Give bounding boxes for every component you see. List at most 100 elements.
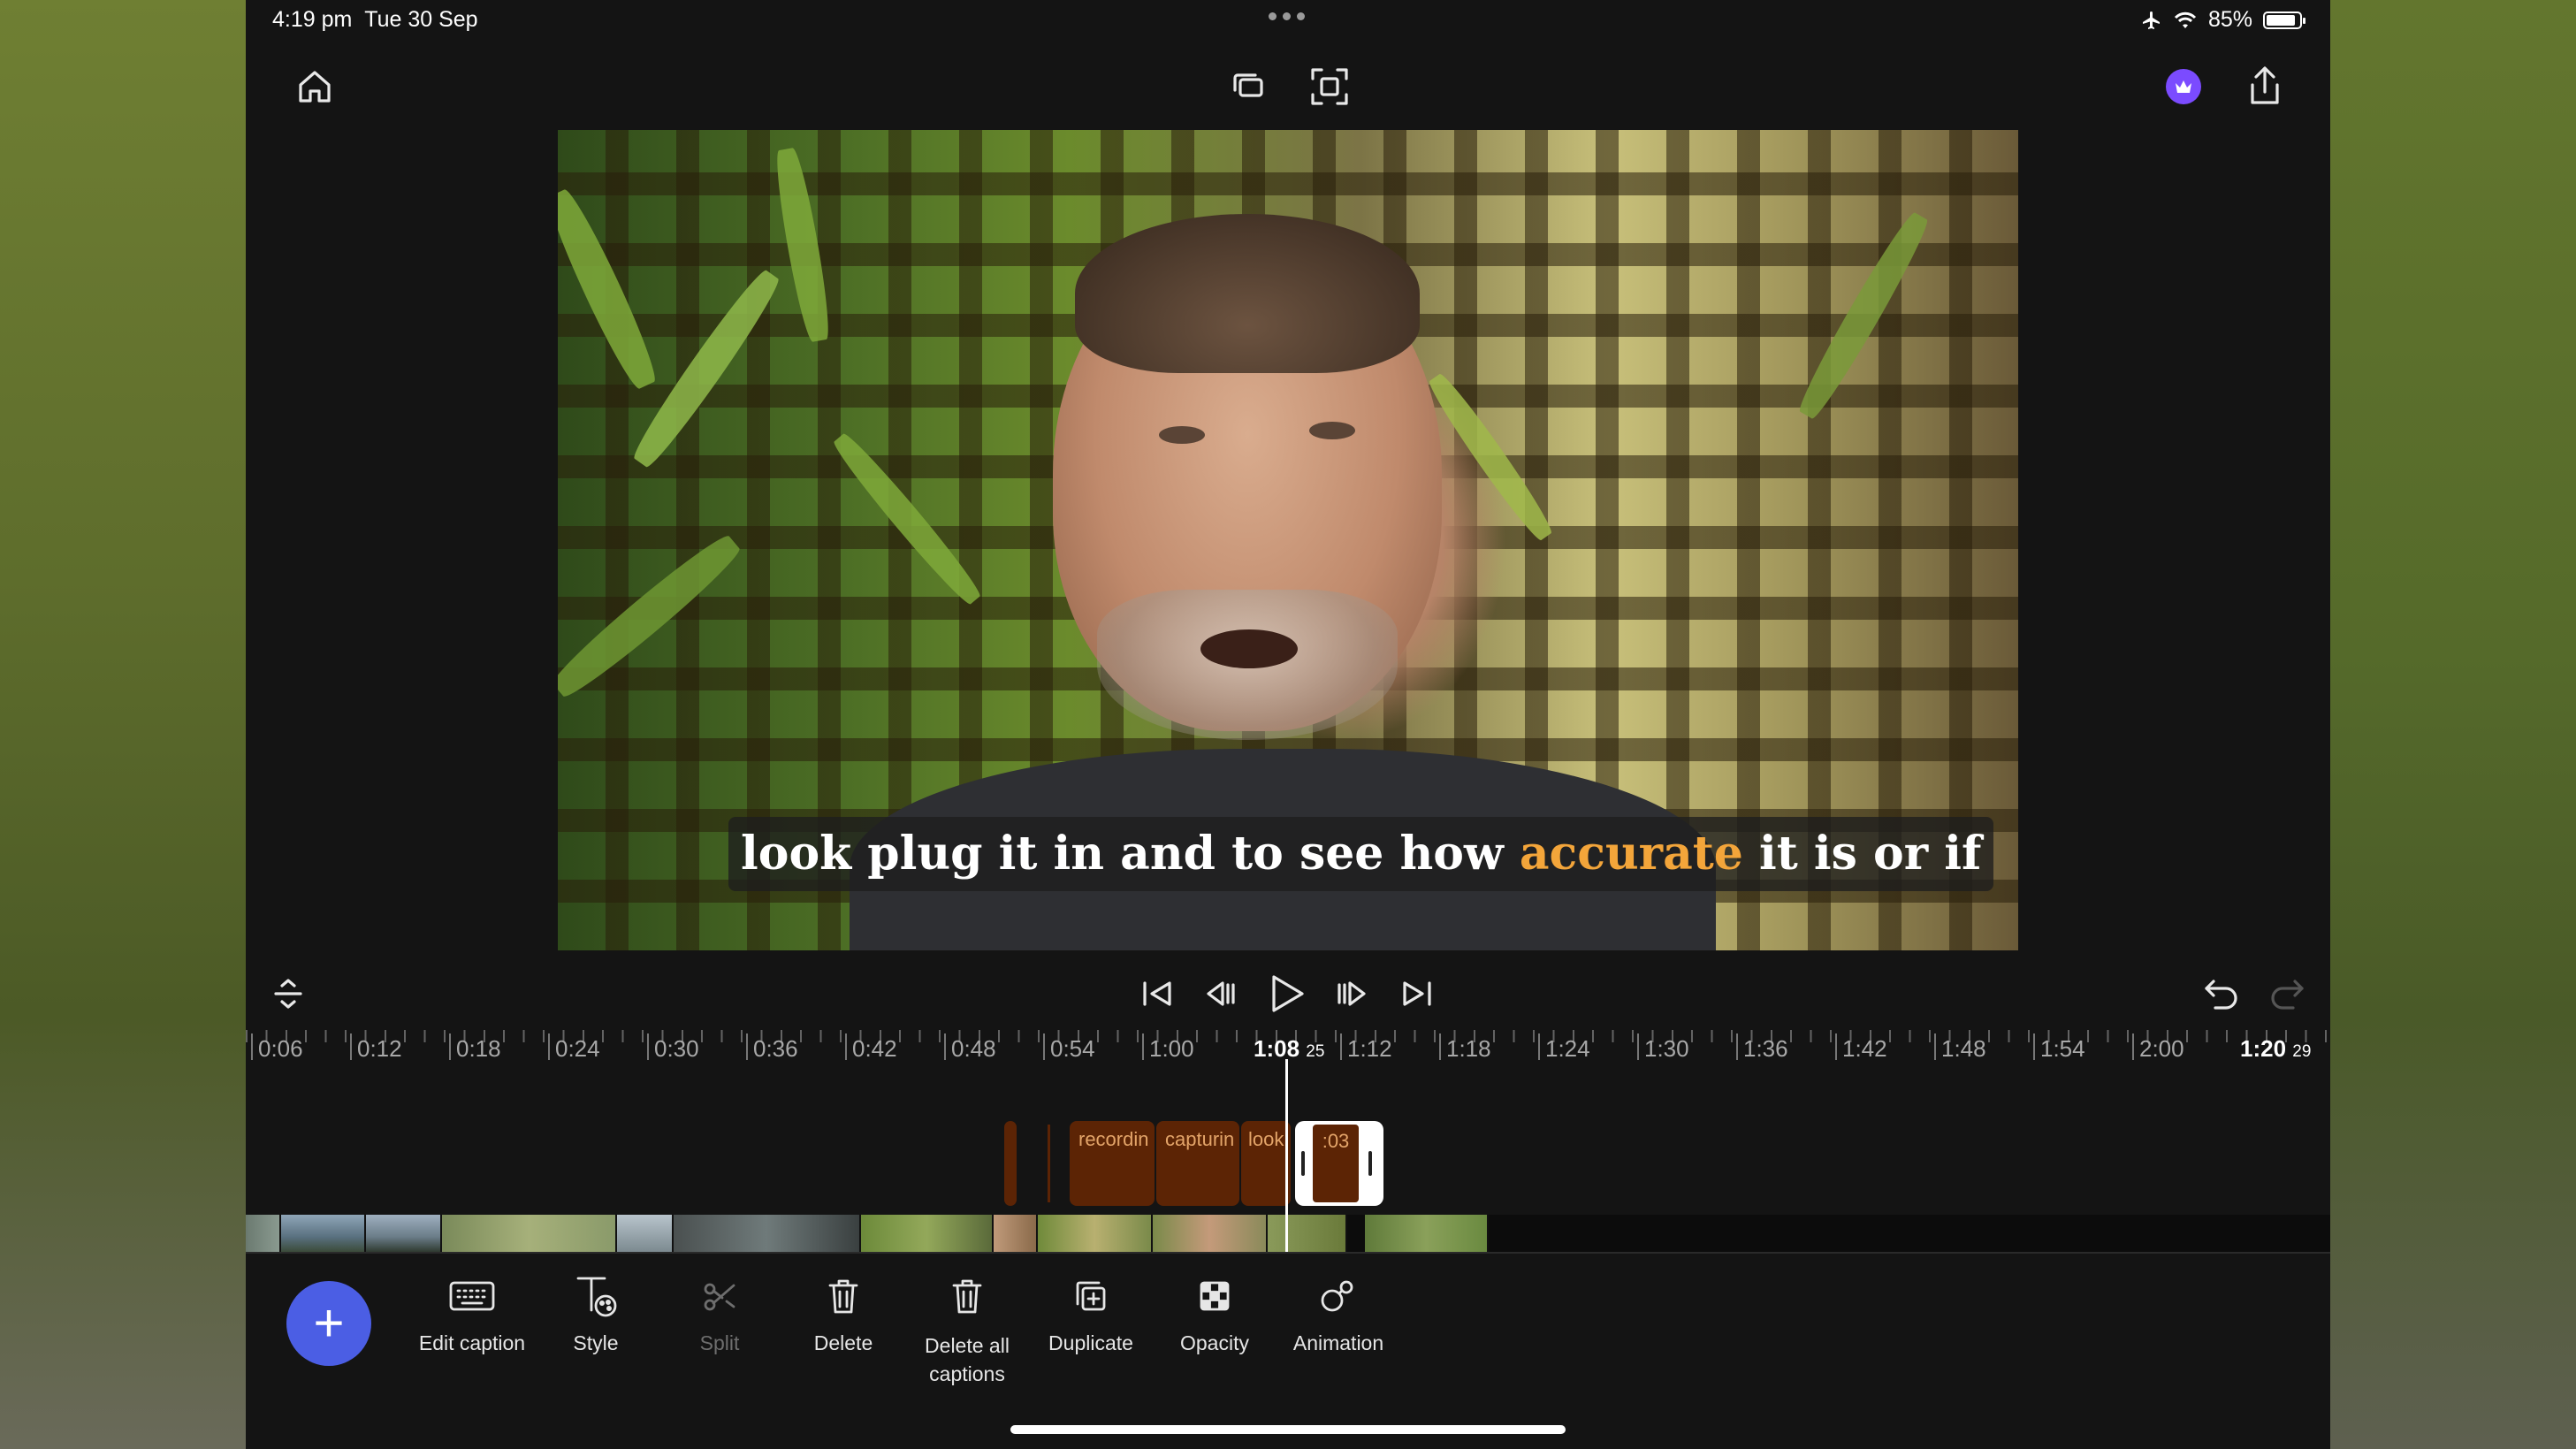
selected-caption-clip[interactable]: :03 xyxy=(1295,1121,1383,1206)
aspect-ratio-icon xyxy=(1233,73,1263,97)
skip-to-start-button[interactable] xyxy=(1135,974,1179,1013)
caption-clip-label: recordin xyxy=(1078,1128,1149,1150)
caption-clip[interactable] xyxy=(1004,1121,1017,1206)
trash-all-icon xyxy=(952,1279,982,1314)
trim-handle-left[interactable] xyxy=(1301,1151,1305,1176)
trim-handle-right[interactable] xyxy=(1368,1151,1372,1176)
ruler-label: 0:36 xyxy=(746,1033,798,1062)
home-indicator[interactable] xyxy=(1010,1425,1566,1434)
caption-clip[interactable]: recordin xyxy=(1070,1121,1155,1206)
duplicate-button[interactable]: Duplicate xyxy=(1029,1271,1153,1355)
undo-button[interactable] xyxy=(2199,972,2244,1013)
video-thumbnail xyxy=(674,1215,861,1252)
tool-label: Delete all captions xyxy=(925,1334,1010,1385)
video-thumbnail xyxy=(246,1215,281,1252)
video-track[interactable] xyxy=(246,1215,2330,1252)
trash-icon xyxy=(828,1279,858,1314)
redo-button[interactable] xyxy=(2265,972,2309,1013)
premium-button[interactable] xyxy=(2166,69,2201,104)
add-button[interactable]: + xyxy=(286,1281,371,1366)
caption-clip-marker xyxy=(1048,1125,1050,1202)
crown-icon xyxy=(2176,80,2191,93)
tool-label: Delete xyxy=(813,1331,873,1354)
leaf xyxy=(1793,208,1934,423)
caption-clip[interactable]: capturin xyxy=(1156,1121,1239,1206)
battery-percent: 85% xyxy=(2207,7,2252,32)
fullscreen-button[interactable] xyxy=(1307,64,1353,110)
skip-to-end-button[interactable] xyxy=(1395,974,1439,1013)
leaf xyxy=(1423,370,1558,545)
play-button[interactable] xyxy=(1262,971,1310,1017)
edit-caption-button[interactable]: Edit caption xyxy=(410,1271,534,1355)
status-icons: 85% xyxy=(2141,7,2305,33)
aspect-ratio-button[interactable] xyxy=(1226,65,1272,108)
style-button[interactable]: Style xyxy=(534,1271,658,1355)
leaf xyxy=(558,529,746,704)
video-thumbnail xyxy=(1153,1215,1268,1252)
selected-clip-duration: :03 xyxy=(1322,1130,1350,1152)
leaf xyxy=(558,185,663,393)
next-frame-button[interactable] xyxy=(1330,974,1374,1013)
fullscreen-icon xyxy=(1311,68,1348,105)
end-time: 1:20 29 xyxy=(2240,1035,2312,1062)
wifi-icon xyxy=(2174,11,2197,28)
ruler-label: 1:54 xyxy=(2033,1033,2085,1062)
video-thumbnail xyxy=(442,1215,617,1252)
tool-label: Edit caption xyxy=(418,1331,526,1354)
animation-button[interactable]: Animation xyxy=(1277,1271,1400,1355)
ruler-label: 1:42 xyxy=(1835,1033,1887,1062)
caption-text: it is or if xyxy=(1742,827,1982,881)
playhead[interactable] xyxy=(1285,1059,1288,1252)
video-thumbnail xyxy=(1268,1215,1347,1252)
duplicate-icon xyxy=(1076,1281,1106,1311)
collapse-timeline-button[interactable] xyxy=(269,974,308,1013)
undo-icon xyxy=(2205,980,2237,1010)
tool-label: Opacity xyxy=(1180,1331,1249,1354)
ruler-label: 1:36 xyxy=(1736,1033,1788,1062)
ruler-label: 0:48 xyxy=(944,1033,996,1062)
video-thumbnail xyxy=(861,1215,994,1252)
caption-overlay[interactable]: look plug it in and to see how accurate … xyxy=(728,817,1994,891)
video-thumbnail xyxy=(1365,1215,1489,1252)
status-bar: 4:19 pm Tue 30 Sep 85% xyxy=(246,0,2330,42)
ruler-label: 0:18 xyxy=(449,1033,501,1062)
current-time: 1:08 25 xyxy=(1254,1035,1325,1062)
app-window: 4:19 pm Tue 30 Sep 85% look plug it in a… xyxy=(246,0,2330,1449)
tool-label: Split xyxy=(699,1331,740,1354)
status-time: 4:19 pm Tue 30 Sep xyxy=(272,7,478,32)
delete-button[interactable]: Delete xyxy=(781,1271,905,1355)
keyboard-icon xyxy=(449,1281,495,1311)
ruler-label: 1:30 xyxy=(1637,1033,1689,1062)
previous-frame-button[interactable] xyxy=(1199,974,1243,1013)
tool-label: Duplicate xyxy=(1048,1331,1133,1354)
ruler-label: 0:06 xyxy=(251,1033,303,1062)
ruler-label: 1:12 xyxy=(1340,1033,1392,1062)
leaf xyxy=(828,429,986,609)
multitasking-dots[interactable] xyxy=(1269,12,1305,20)
subject-hair xyxy=(1075,214,1420,373)
delete-all-captions-button[interactable]: Delete all captions xyxy=(905,1271,1029,1388)
tool-label: Animation xyxy=(1292,1331,1384,1354)
caption-highlight-word: accurate xyxy=(1519,827,1743,881)
ruler-label: 0:30 xyxy=(647,1033,699,1062)
skip-start-icon xyxy=(1143,981,1171,1006)
selected-clip-body: :03 xyxy=(1313,1125,1359,1202)
home-button[interactable] xyxy=(290,65,339,108)
ruler-label: 0:54 xyxy=(1043,1033,1095,1062)
subject-eye xyxy=(1159,426,1205,444)
caption-text: look plug it in and to see how xyxy=(741,827,1520,881)
opacity-button[interactable]: Opacity xyxy=(1153,1271,1277,1355)
share-button[interactable] xyxy=(2242,64,2288,110)
share-icon xyxy=(2251,66,2279,104)
caption-clip[interactable]: look xyxy=(1241,1121,1291,1206)
split-button[interactable]: Split xyxy=(658,1271,781,1355)
ruler-label: 0:24 xyxy=(548,1033,600,1062)
opacity-icon xyxy=(1200,1281,1230,1311)
previous-frame-icon xyxy=(1207,981,1235,1006)
ruler-label: 1:00 xyxy=(1142,1033,1194,1062)
redo-icon xyxy=(2271,980,2304,1010)
time-ruler[interactable]: 0:06 0:12 0:18 0:24 0:30 0:36 0:42 0:48 … xyxy=(246,1030,2330,1065)
animation-icon xyxy=(1321,1280,1353,1312)
ruler-label: 1:24 xyxy=(1538,1033,1590,1062)
video-preview[interactable]: look plug it in and to see how accurate … xyxy=(558,130,2018,950)
